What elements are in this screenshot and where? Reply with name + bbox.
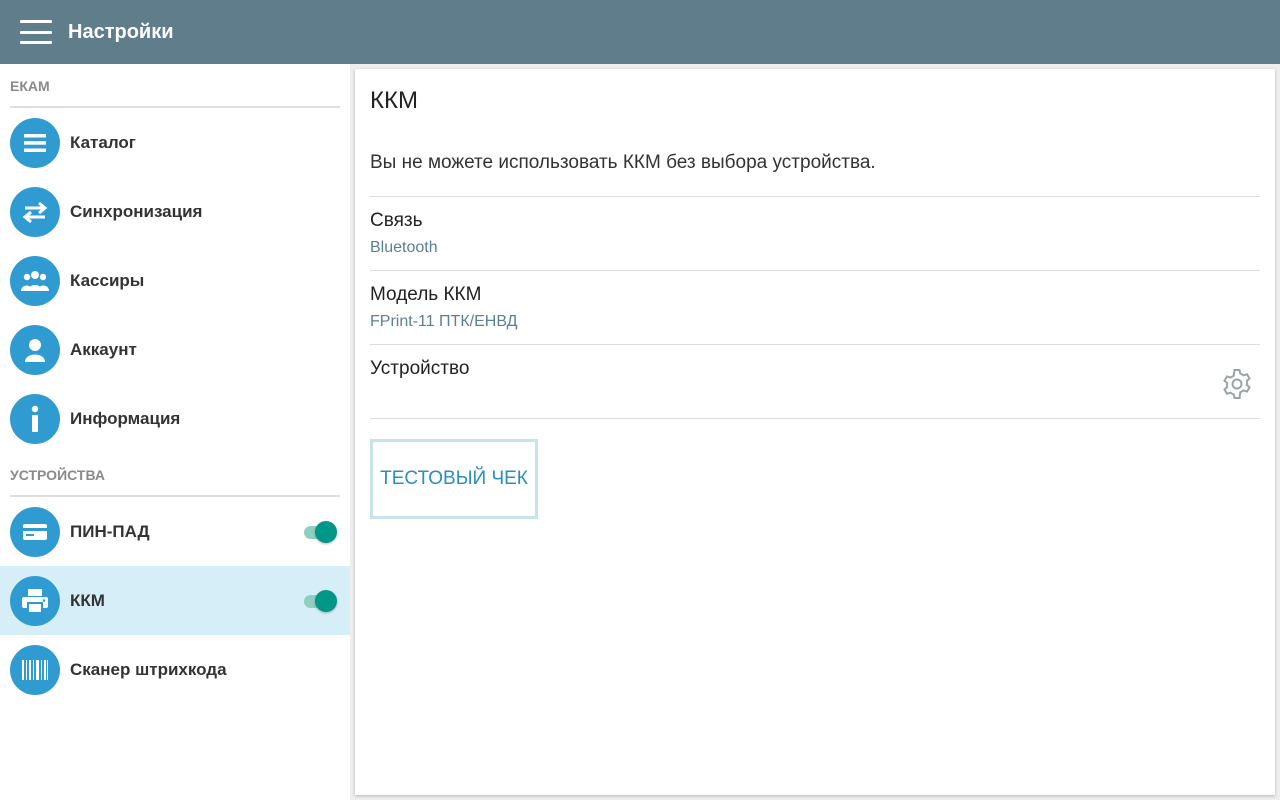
test-receipt-button[interactable]: ТЕСТОВЫЙ ЧЕК: [370, 439, 538, 519]
sidebar-item-kkm[interactable]: ККМ: [0, 566, 350, 635]
pref-value: FPrint-11 ПТК/ЕНВД: [370, 313, 518, 330]
app-bar: Настройки: [0, 0, 1280, 64]
device-warning-text: Вы не можете использовать ККМ без выбора…: [370, 152, 876, 173]
pref-title: Устройство: [370, 358, 470, 379]
section-header-devices: УСТРОЙСТВА: [10, 453, 340, 497]
sidebar-item-label: Синхронизация: [70, 201, 203, 221]
sync-arrows-icon: [10, 186, 60, 237]
hamburger-menu-icon[interactable]: [20, 20, 52, 44]
barcode-icon: [10, 644, 60, 695]
pref-title: Модель ККМ: [370, 284, 482, 305]
list-icon: [10, 117, 60, 168]
panel-title: ККМ: [370, 87, 418, 114]
sidebar-item-pinpad[interactable]: ПИН-ПАД: [0, 497, 350, 566]
sidebar-item-label: Каталог: [70, 132, 136, 152]
pref-kkm-model[interactable]: Модель ККМ FPrint-11 ПТК/ЕНВД: [370, 271, 1260, 345]
sidebar-item-label: Сканер штрихкода: [70, 659, 227, 679]
person-icon: [10, 324, 60, 375]
sidebar-item-label: Аккаунт: [70, 339, 137, 359]
card-icon: [10, 506, 60, 557]
sidebar-item-label: Информация: [70, 408, 181, 428]
kkm-settings-panel: ККМ Вы не можете использовать ККМ без вы…: [355, 69, 1275, 795]
sidebar-item-barcode-scanner[interactable]: Сканер штрихкода: [0, 635, 350, 704]
sidebar-item-account[interactable]: Аккаунт: [0, 315, 350, 384]
divider: [370, 418, 1260, 419]
pref-value: Bluetooth: [370, 239, 438, 256]
gear-icon[interactable]: [1220, 367, 1254, 401]
section-header-ekam: ЕКАМ: [10, 64, 340, 108]
sidebar-item-label: ПИН-ПАД: [70, 521, 150, 541]
sidebar-item-sync[interactable]: Синхронизация: [0, 177, 350, 246]
app-bar-title: Настройки: [68, 20, 174, 43]
kkm-toggle[interactable]: [304, 589, 337, 612]
sidebar-item-label: Кассиры: [70, 270, 145, 290]
pref-connection[interactable]: Связь Bluetooth: [370, 197, 1260, 271]
sidebar-item-catalog[interactable]: Каталог: [0, 108, 350, 177]
sidebar-item-cashiers[interactable]: Кассиры: [0, 246, 350, 315]
sidebar-item-label: ККМ: [70, 590, 105, 610]
pref-device[interactable]: Устройство: [370, 345, 1260, 419]
info-icon: [10, 393, 60, 444]
group-icon: [10, 255, 60, 306]
pinpad-toggle[interactable]: [304, 520, 337, 543]
sidebar-item-info[interactable]: Информация: [0, 384, 350, 453]
pref-title: Связь: [370, 210, 423, 231]
printer-icon: [10, 575, 60, 626]
settings-sidebar: ЕКАМ Каталог Синхронизация Кассиры Аккау…: [0, 64, 350, 800]
